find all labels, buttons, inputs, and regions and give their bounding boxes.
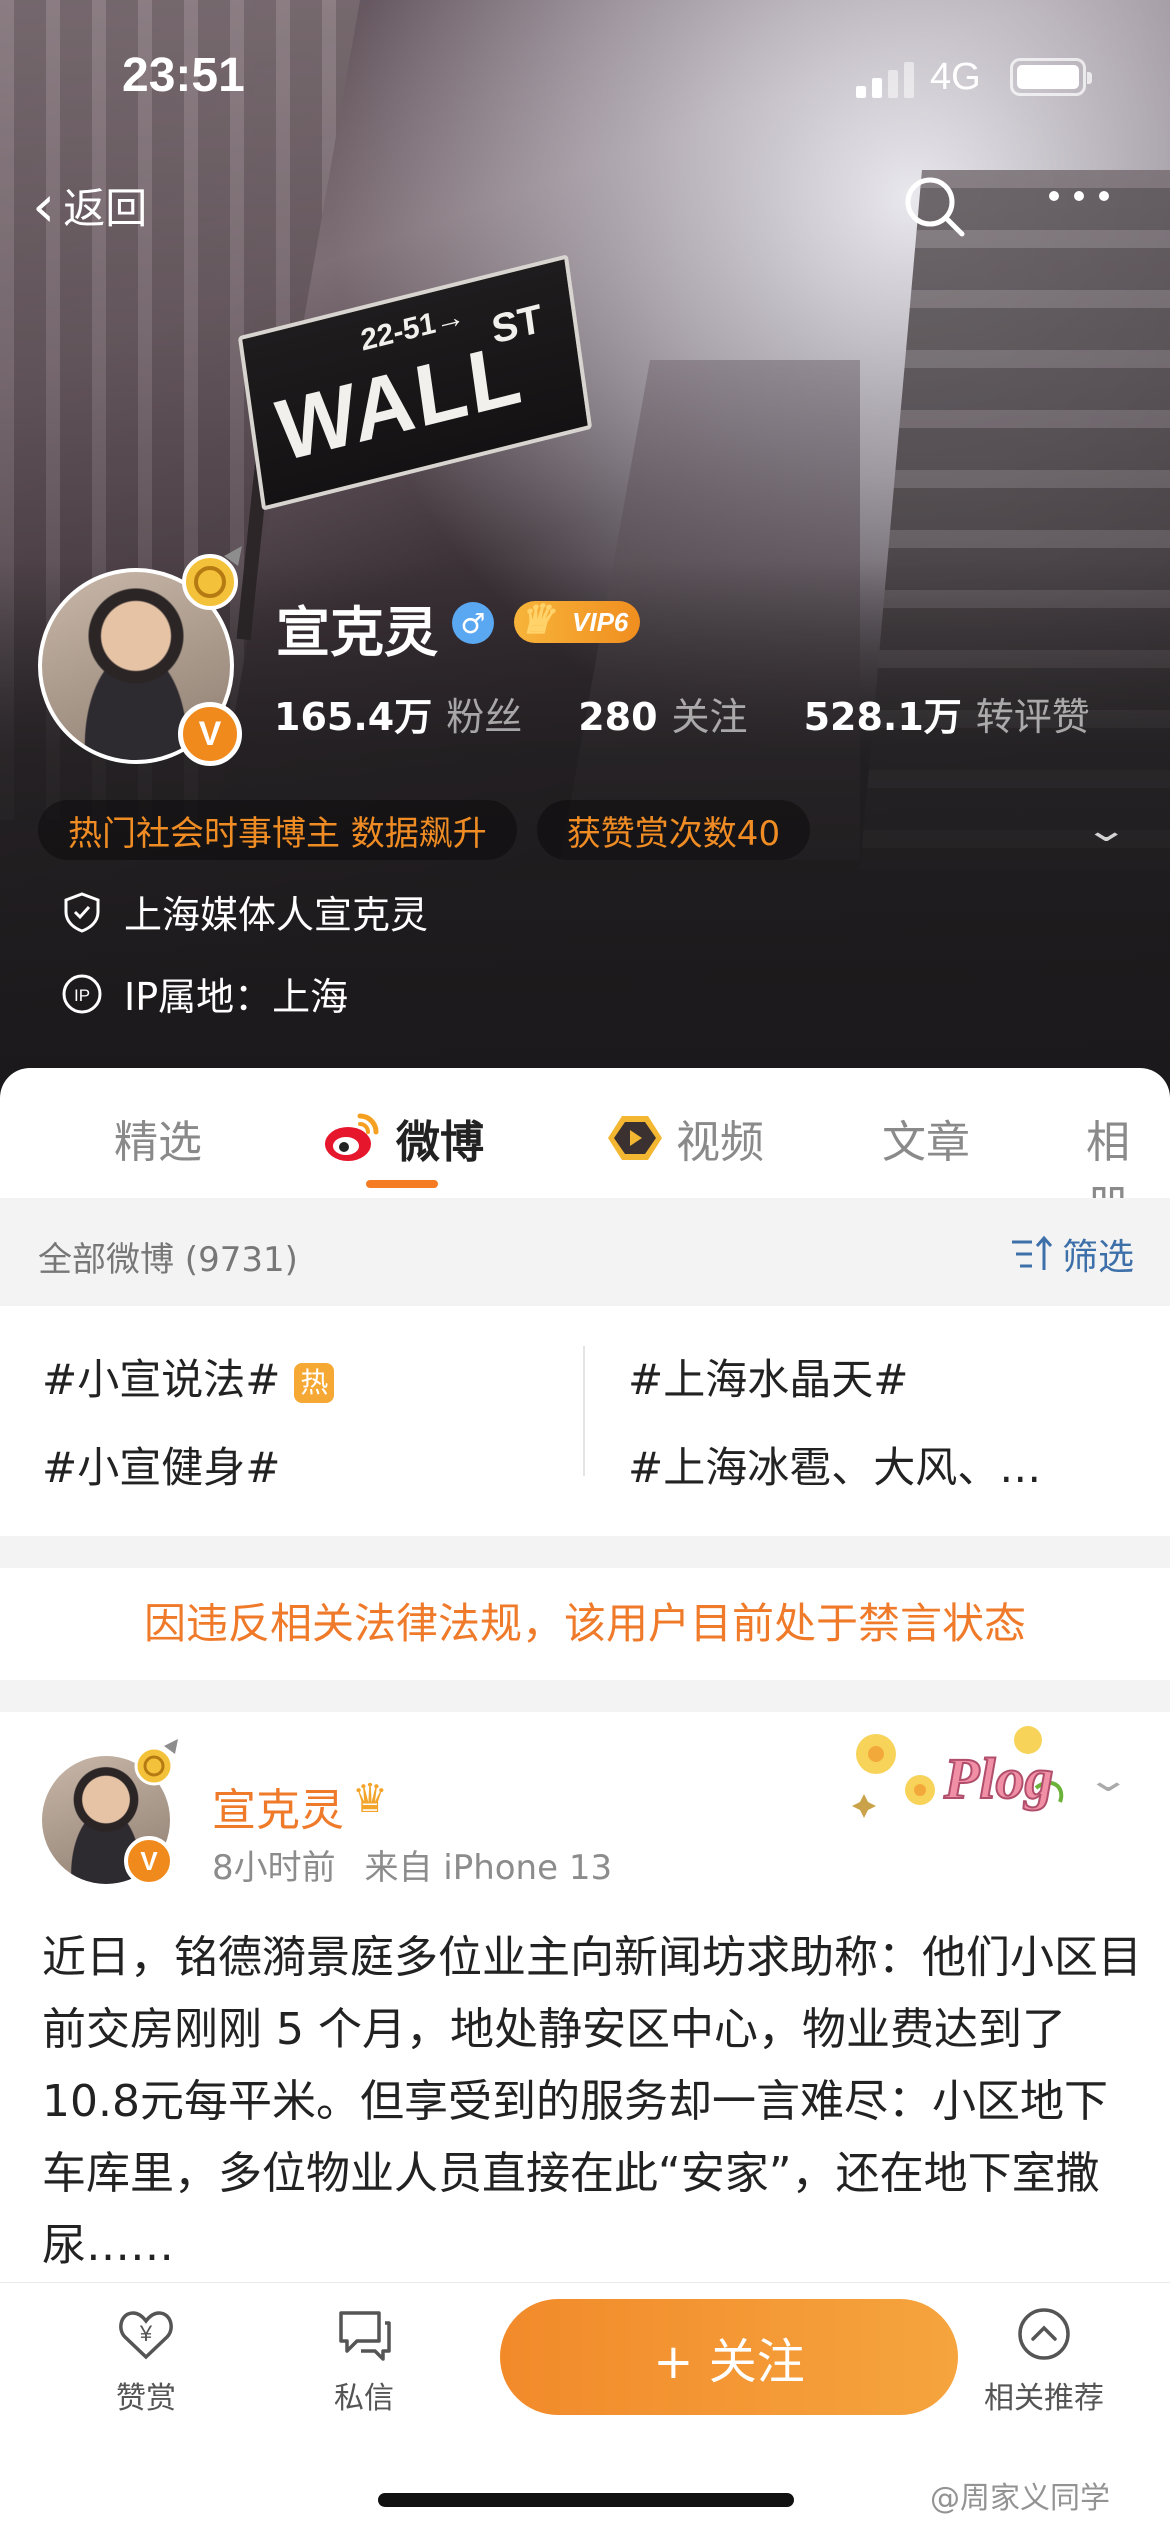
ip-location: IP属地：上海 <box>124 975 349 1019</box>
filter-bar: 全部微博 (9731) 筛选 <box>0 1198 1170 1306</box>
topic-item[interactable]: #上海水晶天# <box>628 1346 908 1407</box>
ip-icon: IP <box>62 974 102 1013</box>
following-label[interactable]: 关注 <box>672 686 748 741</box>
profile-avatar[interactable]: V <box>38 546 242 772</box>
chevron-left-icon: ‹ <box>32 171 56 240</box>
interactions-label: 转评赞 <box>975 695 1090 739</box>
tab-featured[interactable]: 精选 <box>114 1106 202 1170</box>
all-posts-count: 全部微博 (9731) <box>38 1240 298 1280</box>
follow-button[interactable]: + 关注 <box>500 2299 958 2415</box>
section-divider <box>0 1680 1170 1712</box>
chevron-down-icon[interactable]: ⌄ <box>1085 1760 1131 1800</box>
profile-stats: 165.4万 粉丝 280 关注 528.1万 转评赞 <box>274 686 1090 741</box>
status-bar: 23:51 4G <box>0 0 1170 150</box>
message-label: 私信 <box>334 2381 394 2416</box>
tab-active-indicator <box>366 1180 438 1188</box>
male-icon: ♂ <box>452 602 494 644</box>
crown-icon: ♛ <box>518 598 554 642</box>
signal-icon <box>856 62 916 98</box>
ban-notice: 因违反相关法律法规，该用户目前处于禁言状态 <box>143 1599 1026 1648</box>
search-icon <box>905 177 965 237</box>
back-button[interactable]: ‹ 返回 <box>32 175 147 236</box>
shield-icon <box>64 891 100 933</box>
topic-label: #上海水晶天# <box>628 1355 909 1404</box>
crown-icon: ♛ <box>352 1776 388 1822</box>
watermark: @周家义同学 <box>930 2481 1110 2516</box>
reward-icon: ¥ <box>119 2311 173 2360</box>
tab-video[interactable]: 视频 <box>604 1106 764 1170</box>
followers-count[interactable]: 165.4万 <box>274 686 432 741</box>
verified-badge: V <box>178 702 242 766</box>
topic-item[interactable]: #上海冰雹、大风、… <box>628 1434 1041 1495</box>
svg-text:¥: ¥ <box>139 2321 153 2346</box>
vip-label: VIP6 <box>572 606 629 637</box>
video-icon <box>608 1116 662 1160</box>
followers-label[interactable]: 粉丝 <box>446 686 522 741</box>
svg-text:IP: IP <box>74 986 90 1005</box>
hot-badge: 热 <box>294 1362 335 1403</box>
reward-label: 赞赏 <box>116 2381 176 2416</box>
more-button[interactable] <box>1044 176 1114 236</box>
filter-icon <box>1012 1235 1053 1270</box>
reward-button[interactable]: ¥ 赞赏 <box>76 2305 216 2417</box>
interactions-count: 528.1万 <box>803 695 962 739</box>
post-time: 8小时前 <box>212 1848 336 1888</box>
hot-blogger-badge[interactable]: 热门社会时事博主 数据飙升 <box>38 800 517 860</box>
message-button[interactable]: 私信 <box>294 2305 434 2417</box>
more-icon <box>1049 191 1109 201</box>
reward-count-badge[interactable]: 获赞赏次数40 <box>536 800 811 860</box>
ip-row: IP IP属地：上海 <box>60 966 348 1021</box>
section-divider <box>0 1536 1170 1568</box>
tab-articles-label: 文章 <box>882 1117 970 1168</box>
tab-weibo[interactable]: 微博 <box>322 1106 484 1170</box>
status-time: 23:51 <box>122 49 245 102</box>
post-text: 近日，铭德漪景庭多位业主向新闻坊求助称：他们小区目前交房刚刚 5 个月，地处静安… <box>42 1932 1142 2271</box>
following-count[interactable]: 280 <box>578 695 657 739</box>
post-author-avatar[interactable]: V <box>42 1739 178 1890</box>
topic-label: #上海冰雹、大风、… <box>628 1443 1042 1492</box>
post-author-name[interactable]: 宣克灵 <box>212 1774 344 1838</box>
topic-item[interactable]: #小宣说法# 热 <box>42 1346 335 1407</box>
back-label: 返回 <box>63 184 148 233</box>
plog-sticker: Plog <box>852 1726 1064 1818</box>
profile-name: 宣克灵 <box>276 601 438 664</box>
profile-cover: 22-51→ WALL ST 23:51 4G ‹ 返回 V 宣克灵 ♂ ♛ V… <box>0 0 1170 1100</box>
tab-articles[interactable]: 文章 <box>882 1106 970 1170</box>
battery-icon <box>1010 58 1092 96</box>
weibo-icon <box>325 1113 379 1161</box>
post-meta: 8小时前 来自 iPhone 13 <box>212 1840 612 1889</box>
tab-video-label: 视频 <box>676 1117 764 1168</box>
chevron-down-icon[interactable]: ⌄ <box>1083 810 1129 850</box>
related-label: 相关推荐 <box>984 2381 1104 2416</box>
tab-featured-label: 精选 <box>114 1117 202 1168</box>
message-icon <box>339 2311 391 2361</box>
filter-label: 筛选 <box>1062 1237 1135 1278</box>
filter-button[interactable]: 筛选 <box>1010 1228 1134 1280</box>
topic-item[interactable]: #小宣健身# <box>42 1434 280 1495</box>
svg-text:Plog: Plog <box>943 1746 1054 1811</box>
medal-icon <box>134 1739 178 1786</box>
search-button[interactable] <box>900 172 970 242</box>
topic-label: #小宣说法# <box>42 1355 281 1404</box>
topic-label: #小宣健身# <box>42 1443 281 1492</box>
related-button[interactable]: 相关推荐 <box>974 2305 1114 2417</box>
post-source: 来自 iPhone 13 <box>364 1848 613 1888</box>
bottom-bar: ¥ 赞赏 私信 + 关注 相关推荐 @周家义同学 <box>0 2282 1170 2532</box>
tab-weibo-label: 微博 <box>396 1117 484 1168</box>
network-type: 4G <box>930 56 981 98</box>
topic-list: #小宣说法# 热 #上海水晶天# #小宣健身# #上海冰雹、大风、… <box>0 1306 1170 1536</box>
topic-divider <box>583 1346 585 1476</box>
medal-icon <box>182 546 242 610</box>
chevron-up-circle-icon <box>1018 2308 1070 2360</box>
vip-badge[interactable]: ♛ VIP6 <box>514 598 641 643</box>
profile-tabs: 精选 微博 视频 文章 相册 <box>0 1068 1170 1232</box>
verification-row: 上海媒体人宣克灵 <box>60 884 428 939</box>
street-sign-suffix: ST <box>489 296 545 353</box>
home-indicator[interactable] <box>378 2493 794 2507</box>
profile-badges: 热门社会时事博主 数据飙升 获赞赏次数40 <box>38 800 811 860</box>
verification-text: 上海媒体人宣克灵 <box>124 893 429 937</box>
verified-badge: V <box>124 1836 174 1886</box>
